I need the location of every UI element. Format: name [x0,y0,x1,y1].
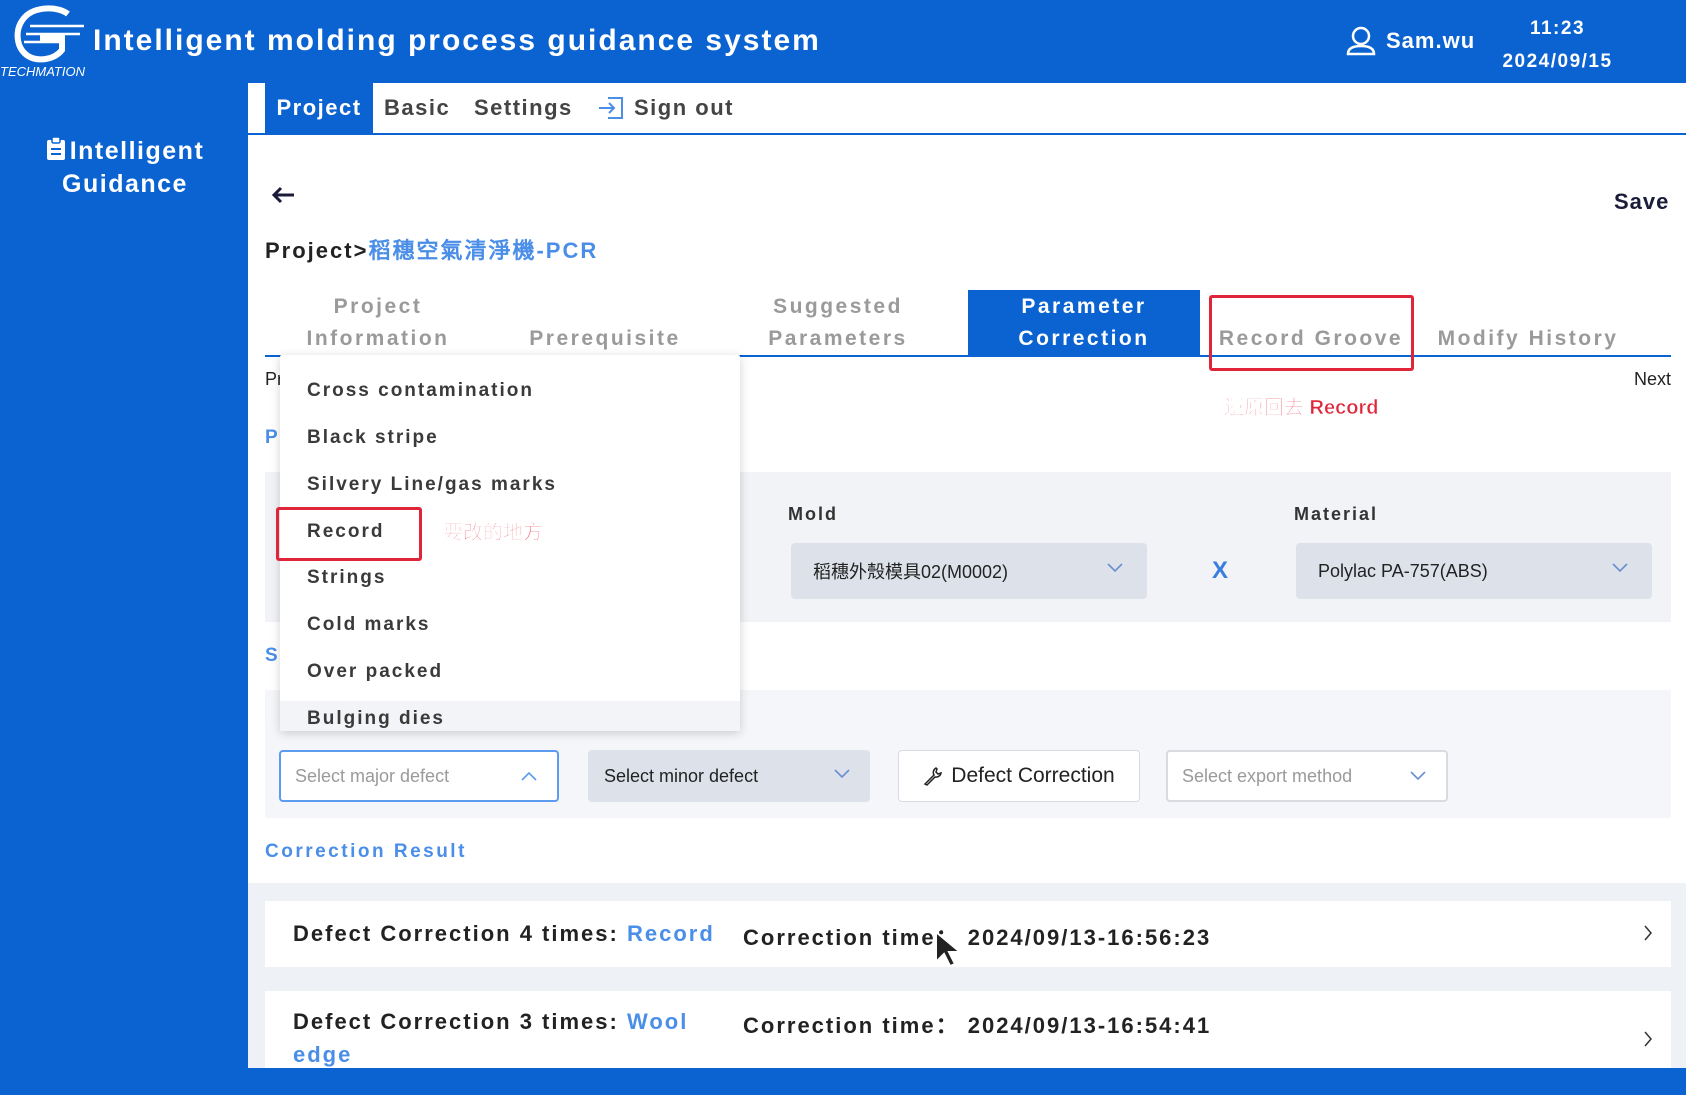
tab-suggested-parameters[interactable]: Suggested Parameters [738,290,938,356]
result-label: Defect Correction 3 times: Wool edge [293,1005,733,1068]
dropdown-option[interactable]: Silvery Line/gas marks [307,474,557,496]
tab-label-line2: Parameters [768,327,908,350]
dropdown-option[interactable]: Black stripe [307,427,439,449]
defect-correction-label: Defect Correction [951,764,1115,787]
sign-out-label: Sign out [634,95,734,120]
defect-correction-button[interactable]: Defect Correction [898,750,1140,802]
result-row[interactable]: Defect Correction 4 times: Record Correc… [265,901,1671,967]
clock: 11:23 2024/09/15 [1490,12,1625,78]
mold-select-value: 稻穗外殼模具02(M0002) [813,562,1009,582]
tab-label: Prerequisite [529,327,681,350]
cross-mark: X [1212,557,1229,584]
menu-settings[interactable]: Settings [474,83,573,133]
chevron-down-icon [834,769,850,779]
save-button[interactable]: Save [1614,189,1669,215]
user-menu[interactable]: Sam.wu [1344,24,1475,58]
sidebar-item-intelligent-guidance[interactable]: Intelligent Guidance [30,135,220,201]
next-link[interactable]: Next [1634,369,1671,390]
tab-label-line1: Suggested [773,295,903,318]
major-defect-select[interactable]: Select major defect [279,750,559,802]
back-arrow-icon[interactable] [270,185,296,205]
tab-modify-history[interactable]: Modify History [1428,290,1628,356]
sidebar-item-label: Intelligent Guidance [62,137,205,198]
result-time: Correction time： 2024/09/13-16:54:41 [743,1008,1211,1040]
dropdown-option[interactable]: Bulging dies [307,708,445,730]
sidebar: Intelligent Guidance [0,83,248,1095]
mouse-cursor-icon [935,930,962,968]
tab-label-line1: Project [333,295,423,318]
app-title: Intelligent molding process guidance sys… [93,24,821,57]
tab-parameter-correction[interactable]: Parameter Correction [968,290,1200,356]
result-time-label: Correction time： [743,925,960,950]
chevron-right-icon [1644,1031,1652,1047]
tab-label-line2: Information [306,327,450,350]
chevron-down-icon [1410,771,1426,781]
breadcrumb-root[interactable]: Project> [265,238,368,263]
chevron-up-icon [521,771,537,781]
sign-out-icon [599,97,623,119]
section-heading-product: P [265,427,278,448]
result-time-value: 2024/09/13-16:54:41 [967,1013,1212,1038]
material-label: Material [1294,504,1379,524]
tab-label-line2: Correction [1018,327,1150,350]
material-select-value: Polylac PA-757(ABS) [1318,560,1488,581]
section-heading-defect: S [265,645,278,666]
top-menu: Project Basic Settings Sign out [248,83,1686,135]
user-name: Sam.wu [1386,28,1476,53]
minor-defect-select[interactable]: Select minor defect [588,750,870,802]
result-time-value: 2024/09/13-16:56:23 [967,925,1212,950]
breadcrumb: Project>稻穗空氣清淨機-PCR [265,233,598,265]
dropdown-option[interactable]: Cross contamination [307,380,534,402]
logo-caption: TECHMATION [0,64,85,79]
result-row[interactable]: Defect Correction 3 times: Wool edge Cor… [265,991,1671,1068]
annotation-note-record: 要改的地方 [443,522,544,545]
major-defect-placeholder: Select major defect [295,765,450,786]
annotation-box-record-option [276,507,422,561]
app-header: TECHMATION Intelligent molding process g… [0,0,1686,83]
export-method-select[interactable]: Select export method [1166,750,1448,802]
correction-result-title: Correction Result [265,841,467,862]
clipboard-icon [46,137,65,160]
clock-date: 2024/09/15 [1502,51,1613,72]
menu-basic[interactable]: Basic [384,83,450,133]
result-time-label: Correction time： [743,1013,960,1038]
chevron-down-icon [1107,563,1123,573]
menu-sign-out[interactable]: Sign out [598,83,734,133]
export-method-placeholder: Select export method [1182,765,1353,786]
tab-prerequisite[interactable]: Prerequisite [510,290,700,356]
dropdown-option[interactable]: Cold marks [307,614,430,636]
tab-project-information[interactable]: Project Information [278,290,478,356]
clock-time: 11:23 [1529,18,1586,39]
dropdown-option[interactable]: Strings [307,567,386,589]
chevron-down-icon [1612,563,1628,573]
annotation-box-record-groove [1209,295,1414,371]
result-time: Correction time： 2024/09/13-16:56:23 [743,920,1211,952]
breadcrumb-current: 稻穗空氣清淨機-PCR [368,238,599,263]
annotation-note-tab: 還原回去 Record [1224,397,1379,420]
mold-select[interactable]: 稻穗外殼模具02(M0002) [791,543,1147,599]
result-label: Defect Correction 4 times: Record [293,917,733,950]
menu-project[interactable]: Project [265,83,373,133]
tab-label-line1: Parameter [1021,295,1147,318]
wrench-icon [924,767,943,786]
chevron-right-icon [1644,925,1652,941]
user-icon [1346,26,1376,56]
bottom-strip [248,1068,1686,1095]
result-defect-value: Record [626,921,715,946]
main-content: Project Basic Settings Sign out Save Pro… [248,83,1686,1068]
dropdown-option[interactable]: Over packed [307,661,443,683]
result-label-text: Defect Correction 3 times: [293,1009,627,1034]
mold-label: Mold [788,504,838,524]
material-select[interactable]: Polylac PA-757(ABS) [1296,543,1652,599]
result-label-text: Defect Correction 4 times: [293,921,627,946]
minor-defect-value: Select minor defect [604,765,759,786]
tab-label: Modify History [1437,327,1619,350]
